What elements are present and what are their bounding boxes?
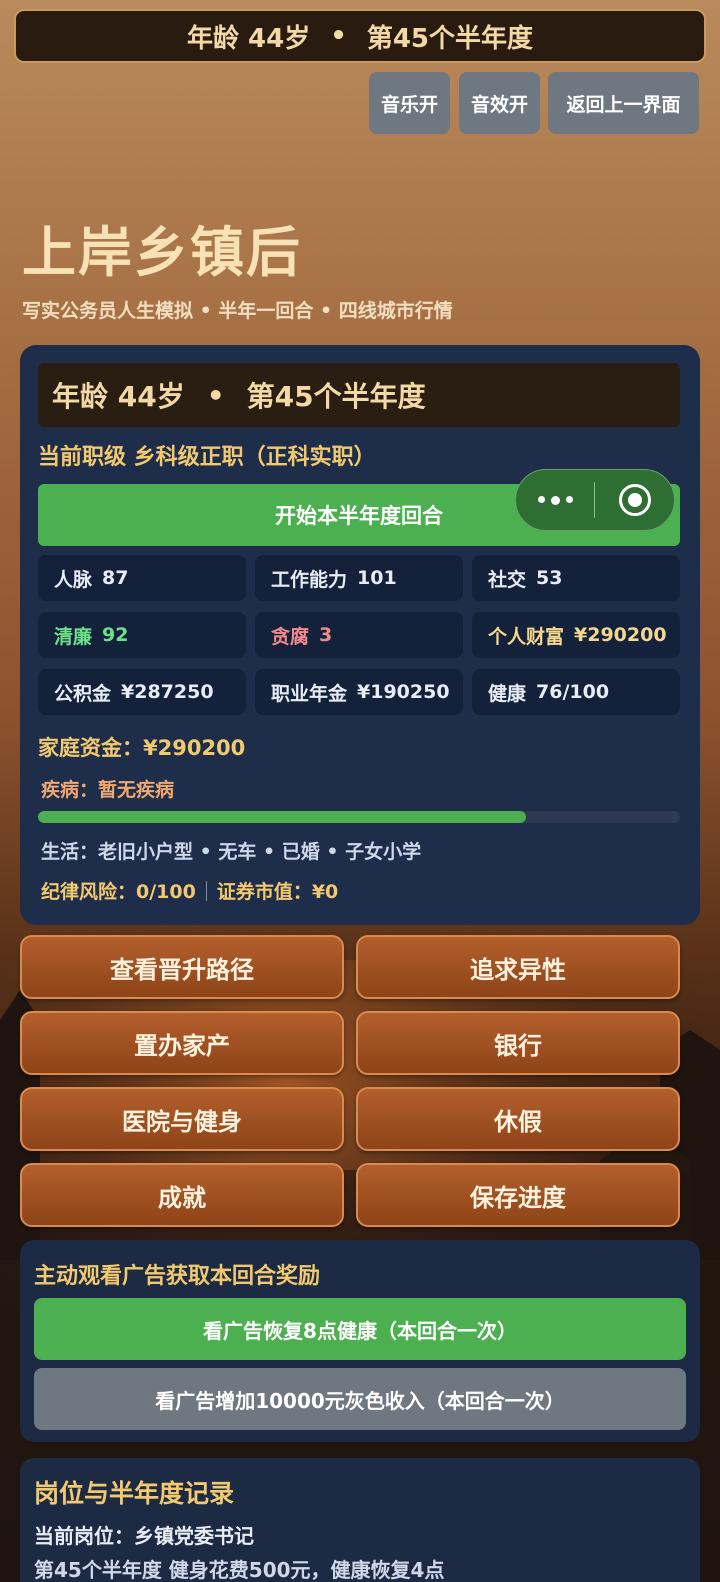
stat-social: 社交 53: [472, 555, 680, 601]
property-button[interactable]: 置办家产: [20, 1011, 344, 1075]
vacation-button[interactable]: 休假: [356, 1087, 680, 1151]
banner-age: 年龄 44岁: [186, 23, 311, 54]
stat-personal-wealth: 个人财富 ¥290200: [472, 612, 680, 658]
health-progress-fill: [38, 811, 526, 823]
miniprogram-capsule[interactable]: [515, 469, 675, 531]
stat-label: 工作能力: [271, 568, 348, 591]
stat-value: 92: [102, 624, 129, 646]
stat-value: ¥287250: [121, 681, 214, 703]
record-entry: 第45个半年度 健身花费500元，健康恢复4点: [34, 1558, 445, 1582]
status-age: 年龄 44岁: [52, 380, 185, 413]
stat-work-ability: 工作能力 101: [255, 555, 463, 601]
stat-label: 人脉: [54, 568, 93, 591]
stat-label: 健康: [488, 682, 527, 705]
stat-value: ¥290200: [574, 624, 667, 646]
stat-connections: 人脉 87: [38, 555, 246, 601]
stat-value: ¥190250: [357, 681, 450, 703]
disease-status: 疾病：暂无疾病: [41, 779, 175, 801]
ad-panel-title: 主动观看广告获取本回合奖励: [34, 1264, 321, 1289]
stat-value: 53: [536, 567, 563, 589]
target-circle-icon[interactable]: [595, 484, 674, 516]
hospital-gym-button[interactable]: 医院与健身: [20, 1087, 344, 1151]
status-age-strip: 年龄 44岁 • 第45个半年度: [38, 363, 680, 427]
game-title: 上岸乡镇后: [22, 221, 302, 284]
back-button[interactable]: 返回上一界面: [548, 72, 699, 134]
current-rank: 当前职级 乡科级正职（正科实职）: [38, 445, 376, 470]
stat-label: 公积金: [54, 682, 112, 705]
ad-health-button[interactable]: 看广告恢复8点健康（本回合一次）: [34, 1298, 686, 1360]
risk-row: 纪律风险：0/100 证券市值：¥0: [41, 877, 338, 904]
current-post: 当前岗位：乡镇党委书记: [34, 1524, 254, 1548]
stat-housing-fund: 公积金 ¥287250: [38, 669, 246, 715]
ad-income-button[interactable]: 看广告增加10000元灰色收入（本回合一次）: [34, 1368, 686, 1430]
family-funds: 家庭资金：¥290200: [38, 736, 246, 760]
stat-health: 健康 76/100: [472, 669, 680, 715]
stat-integrity: 清廉 92: [38, 612, 246, 658]
game-subtitle: 写实公务员人生模拟 • 半年一回合 • 四线城市行情: [22, 300, 453, 322]
risk-divider: [205, 880, 207, 901]
ad-reward-panel: 主动观看广告获取本回合奖励 看广告恢复8点健康（本回合一次） 看广告增加1000…: [20, 1240, 700, 1442]
top-age-banner: 年龄 44岁 • 第45个半年度: [14, 9, 706, 63]
stat-label: 个人财富: [488, 625, 565, 648]
dating-button[interactable]: 追求异性: [356, 935, 680, 999]
stat-value: 87: [102, 567, 129, 589]
status-separator: •: [206, 378, 225, 412]
stat-value: 3: [319, 624, 333, 646]
stat-label: 社交: [488, 568, 527, 591]
discipline-risk: 纪律风险：0/100: [41, 881, 196, 903]
banner-period: 第45个半年度: [366, 23, 534, 54]
banner-separator: •: [330, 21, 347, 51]
achievements-button[interactable]: 成就: [20, 1163, 344, 1227]
stat-label: 贪腐: [271, 625, 310, 648]
sound-toggle-button[interactable]: 音效开: [459, 72, 540, 134]
stat-corruption: 贪腐 3: [255, 612, 463, 658]
music-toggle-button[interactable]: 音乐开: [369, 72, 450, 134]
stat-value: 76/100: [536, 681, 610, 703]
save-progress-button[interactable]: 保存进度: [356, 1163, 680, 1227]
stat-label: 职业年金: [271, 682, 348, 705]
record-title: 岗位与半年度记录: [34, 1479, 235, 1508]
securities-value: 证券市值：¥0: [216, 881, 339, 903]
status-panel: 年龄 44岁 • 第45个半年度 当前职级 乡科级正职（正科实职） 开始本半年度…: [20, 345, 700, 925]
record-panel: 岗位与半年度记录 当前岗位：乡镇党委书记 第45个半年度 健身花费500元，健康…: [20, 1458, 700, 1582]
stat-label: 清廉: [54, 625, 93, 648]
bank-button[interactable]: 银行: [356, 1011, 680, 1075]
life-summary: 生活：老旧小户型 • 无车 • 已婚 • 子女小学: [41, 841, 422, 863]
health-progress-bar: [38, 811, 680, 823]
status-period: 第45个半年度: [246, 380, 426, 413]
more-dots-icon[interactable]: [516, 495, 594, 505]
promotion-path-button[interactable]: 查看晋升路径: [20, 935, 344, 999]
stat-value: 101: [357, 567, 397, 589]
stat-pension: 职业年金 ¥190250: [255, 669, 463, 715]
